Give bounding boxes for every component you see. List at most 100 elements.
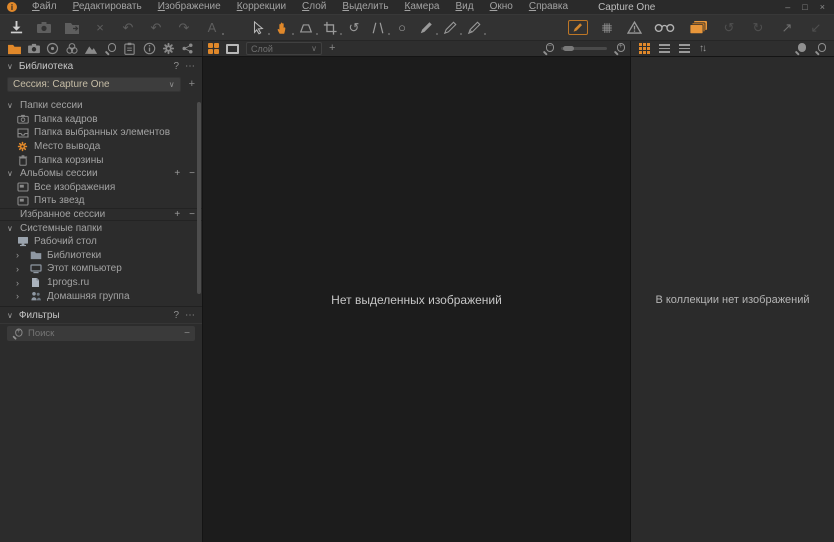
- chevron-right-icon[interactable]: ›: [16, 264, 24, 274]
- chevron-down-icon[interactable]: ∨: [7, 311, 13, 320]
- tree-item-trash-folder[interactable]: Папка корзины: [0, 153, 202, 167]
- single-view-icon[interactable]: [226, 44, 239, 54]
- menu-adjustments[interactable]: Коррекции: [229, 0, 294, 14]
- menu-select[interactable]: Выделить: [334, 0, 396, 14]
- tab-color-icon[interactable]: [65, 42, 80, 56]
- delete-icon[interactable]: ×: [92, 20, 108, 36]
- tree-item-capture-folder[interactable]: Папка кадров: [0, 113, 202, 127]
- text-tool-icon[interactable]: A: [204, 20, 220, 36]
- rotate-tool-icon[interactable]: ↺: [346, 20, 362, 36]
- search-loupe-icon[interactable]: [815, 43, 826, 54]
- undo-history-icon[interactable]: ↶: [120, 20, 136, 36]
- browser-toggle-icon[interactable]: [689, 20, 708, 36]
- rotate-ccw-icon[interactable]: ↺: [721, 20, 737, 36]
- more-options-button[interactable]: ⋯: [185, 310, 195, 321]
- menu-camera[interactable]: Камера: [397, 0, 448, 14]
- more-options-button[interactable]: ⋯: [185, 61, 195, 72]
- multi-view-icon[interactable]: [208, 43, 219, 54]
- tree-group-session-albums[interactable]: ∨ Альбомы сессии + −: [0, 167, 202, 181]
- pan-hand-tool-icon[interactable]: [274, 20, 290, 36]
- menu-image[interactable]: Изображение: [150, 0, 229, 14]
- library-section-header[interactable]: ∨ Библиотека ? ⋯: [0, 57, 202, 75]
- tab-metadata-icon[interactable]: [142, 42, 157, 56]
- filters-section-header[interactable]: ∨ Фильтры ? ⋯: [0, 306, 202, 324]
- tree-item-libraries[interactable]: › Библиотеки: [0, 249, 202, 263]
- add-layer-button[interactable]: +: [329, 43, 335, 54]
- chevron-down-icon[interactable]: ∨: [7, 224, 15, 233]
- zoom-slider-thumb[interactable]: [563, 46, 574, 51]
- filmstrip-view-icon[interactable]: [679, 42, 690, 55]
- tree-item-this-computer[interactable]: › Этот компьютер: [0, 262, 202, 276]
- tree-group-session-folders[interactable]: ∨ Папки сессии: [0, 99, 202, 113]
- add-favorite-button[interactable]: +: [174, 209, 180, 220]
- crop-tool-icon[interactable]: [322, 20, 338, 36]
- zoom-out-icon[interactable]: −: [543, 43, 554, 54]
- tab-exposure-icon[interactable]: [84, 42, 99, 56]
- chevron-right-icon[interactable]: ›: [16, 278, 24, 288]
- grid-view-icon[interactable]: [639, 43, 650, 54]
- tree-item-five-stars[interactable]: Пять звезд: [0, 194, 202, 208]
- tab-capture-icon[interactable]: [26, 42, 41, 56]
- tree-item-all-images[interactable]: Все изображения: [0, 181, 202, 195]
- chevron-right-icon[interactable]: ›: [16, 250, 24, 260]
- sort-order-icon[interactable]: ↑↓: [699, 43, 705, 54]
- spot-tool-icon[interactable]: ○: [394, 20, 410, 36]
- tab-process-icon[interactable]: [180, 42, 195, 56]
- chevron-down-icon[interactable]: ∨: [7, 101, 15, 110]
- tab-output-icon[interactable]: [161, 42, 176, 56]
- menu-window[interactable]: Окно: [482, 0, 521, 14]
- tab-lens-icon[interactable]: [45, 42, 60, 56]
- promote-icon[interactable]: ↗: [779, 20, 795, 36]
- redo-icon[interactable]: ↷: [176, 20, 192, 36]
- menu-file[interactable]: Файл: [24, 0, 65, 14]
- list-view-icon[interactable]: [659, 42, 670, 55]
- tab-library-folder-icon[interactable]: [7, 42, 22, 56]
- pointer-tool-icon[interactable]: [250, 20, 266, 36]
- gradient-mask-tool-icon[interactable]: [466, 20, 482, 36]
- filter-loupe-icon[interactable]: [795, 43, 806, 54]
- tree-item-desktop[interactable]: Рабочий стол: [0, 235, 202, 249]
- search-box[interactable]: + −: [7, 326, 195, 341]
- remove-album-button[interactable]: −: [189, 168, 195, 179]
- exposure-warning-icon[interactable]: [626, 20, 642, 36]
- erase-mask-tool-icon[interactable]: [442, 20, 458, 36]
- add-album-button[interactable]: +: [174, 168, 180, 179]
- keystone-tool-icon[interactable]: [370, 20, 386, 36]
- restore-button[interactable]: □: [802, 2, 807, 12]
- zoom-in-icon[interactable]: +: [614, 43, 625, 54]
- proofing-glasses-icon[interactable]: [653, 20, 675, 36]
- tree-group-session-favorites[interactable]: Избранное сессии + −: [0, 208, 202, 222]
- tree-item-1progs[interactable]: › 1progs.ru: [0, 276, 202, 290]
- loupe-tool-icon[interactable]: [298, 20, 314, 36]
- undo-icon[interactable]: ↶: [148, 20, 164, 36]
- tree-item-homegroup[interactable]: › Домашняя группа: [0, 289, 202, 303]
- zoom-slider[interactable]: [561, 47, 607, 50]
- session-selector[interactable]: Сессия: Capture One ∨: [7, 77, 181, 92]
- close-button[interactable]: ×: [820, 2, 825, 12]
- layer-selector[interactable]: Слой ∨: [246, 42, 322, 55]
- tree-item-selects-folder[interactable]: Папка выбранных элементов: [0, 126, 202, 140]
- chevron-right-icon[interactable]: ›: [16, 291, 24, 301]
- remove-favorite-button[interactable]: −: [189, 209, 195, 220]
- help-button[interactable]: ?: [173, 61, 179, 72]
- rotate-cw-icon[interactable]: ↻: [750, 20, 766, 36]
- tree-group-system-folders[interactable]: ∨ Системные папки: [0, 221, 202, 235]
- tab-details-icon[interactable]: [103, 42, 118, 56]
- chevron-down-icon[interactable]: ∨: [7, 62, 13, 71]
- proof-grid-icon[interactable]: [599, 20, 615, 36]
- menu-help[interactable]: Справка: [521, 0, 576, 14]
- draw-mask-tool-icon[interactable]: [418, 20, 434, 36]
- chevron-down-icon[interactable]: ∨: [7, 169, 15, 178]
- export-icon[interactable]: [64, 20, 80, 36]
- search-input[interactable]: [28, 328, 179, 339]
- import-icon[interactable]: [8, 20, 24, 36]
- capture-icon[interactable]: [36, 20, 52, 36]
- minimize-button[interactable]: –: [785, 2, 790, 12]
- edit-selected-toggle[interactable]: [568, 20, 588, 35]
- demote-icon[interactable]: ↙: [808, 20, 824, 36]
- menu-edit[interactable]: Редактировать: [65, 0, 150, 14]
- menu-layer[interactable]: Слой: [294, 0, 334, 14]
- tree-item-output-location[interactable]: Место вывода: [0, 140, 202, 154]
- tab-adjustments-icon[interactable]: [122, 42, 137, 56]
- help-button[interactable]: ?: [173, 310, 179, 321]
